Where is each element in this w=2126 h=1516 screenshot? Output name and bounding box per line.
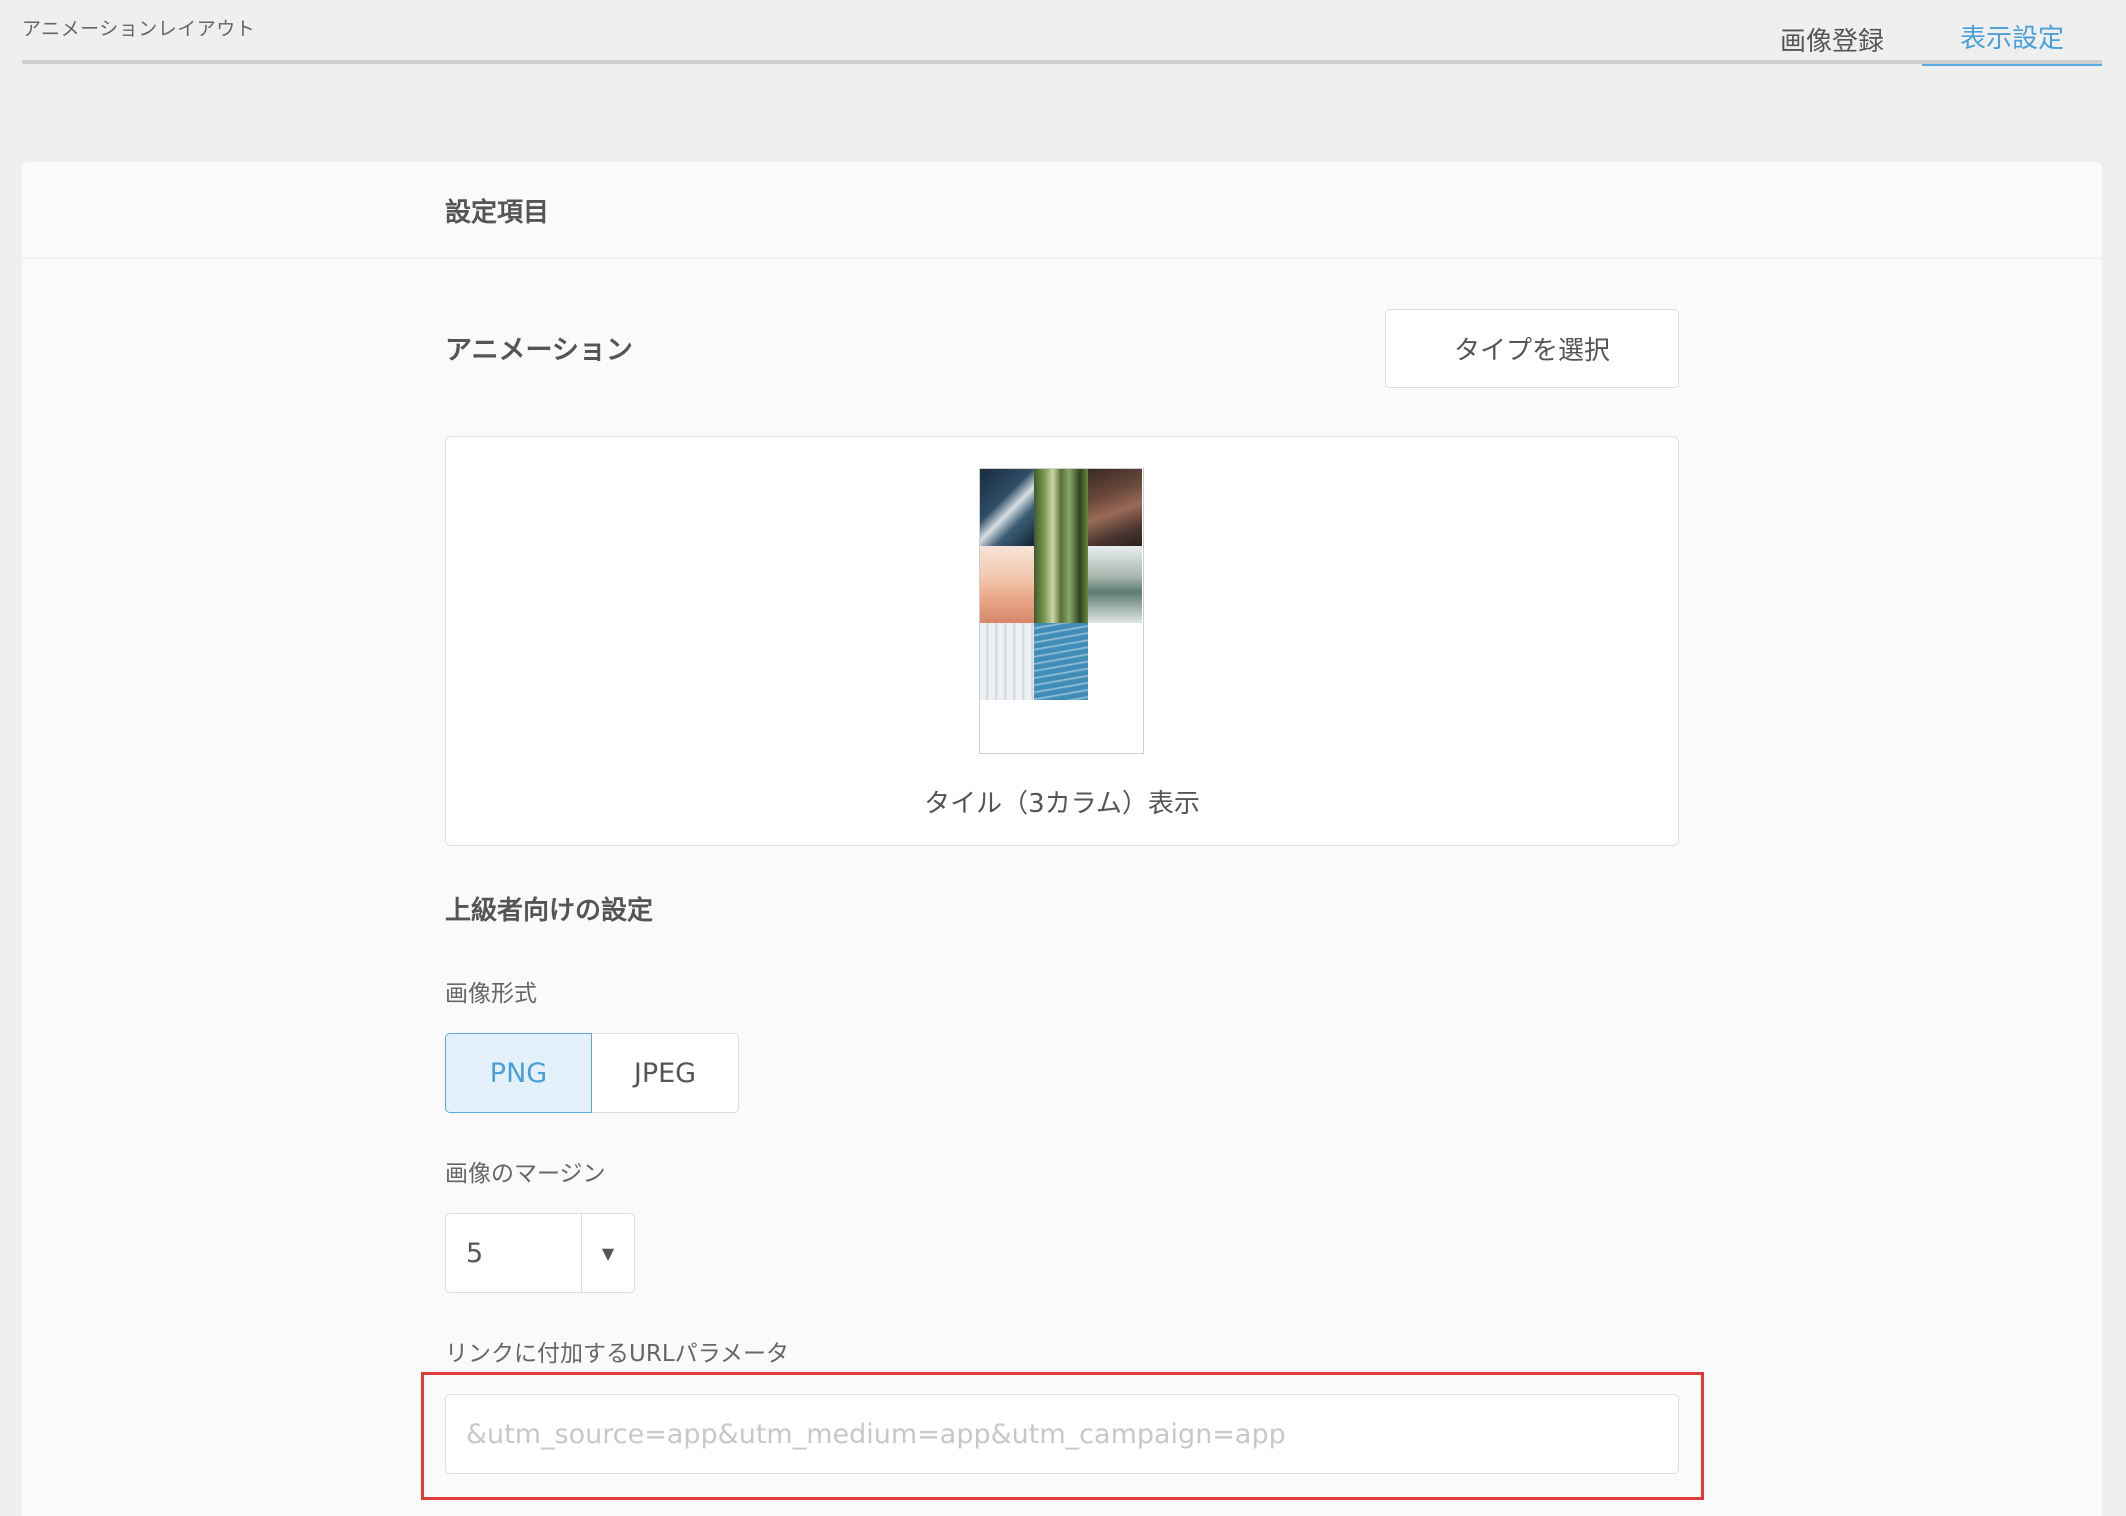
settings-card: 設定項目 アニメーション タイプを選択 タイル（3カラム）表示 上級者向けの設定… <box>22 162 2102 1516</box>
tile-image-building-blue <box>1034 623 1088 700</box>
tab-image-register[interactable]: 画像登録 <box>1742 12 1922 66</box>
tile-image-building-white <box>980 623 1034 700</box>
image-margin-label: 画像のマージン <box>445 1161 606 1187</box>
triangle-down-icon: ▼ <box>581 1214 634 1292</box>
tile-image-sunset <box>980 546 1034 623</box>
advanced-section-title: 上級者向けの設定 <box>445 896 654 926</box>
tile-image-palms <box>1088 546 1142 623</box>
header-tabs: 画像登録 表示設定 <box>1742 12 2102 66</box>
tab-display-settings[interactable]: 表示設定 <box>1921 12 2102 66</box>
format-jpeg-option[interactable]: JPEG <box>592 1033 739 1113</box>
card-title: 設定項目 <box>445 198 550 228</box>
page: アニメーションレイアウト 画像登録 表示設定 設定項目 アニメーション タイプを… <box>0 0 2126 1516</box>
preview-caption: タイル（3カラム）表示 <box>924 789 1200 819</box>
app-title: アニメーションレイアウト <box>22 18 256 40</box>
image-format-toggle: PNG JPEG <box>445 1033 739 1113</box>
header-divider <box>22 60 2102 64</box>
tile-image-forest <box>1034 469 1088 623</box>
tile-image-ocean <box>980 469 1034 546</box>
tile-image-rock <box>1088 469 1142 546</box>
image-margin-select[interactable]: 5 ▼ <box>445 1213 635 1293</box>
url-params-input[interactable] <box>445 1394 1679 1474</box>
select-type-button[interactable]: タイプを選択 <box>1385 309 1679 388</box>
animation-preview: タイル（3カラム）表示 <box>445 436 1679 846</box>
tile-layout-thumbnail <box>979 468 1144 754</box>
format-png-option[interactable]: PNG <box>445 1033 592 1113</box>
animation-section-title: アニメーション <box>445 335 633 366</box>
image-format-label: 画像形式 <box>445 981 537 1007</box>
card-header: 設定項目 <box>22 162 2102 259</box>
url-params-label: リンクに付加するURLパラメータ <box>445 1341 789 1367</box>
image-margin-value: 5 <box>466 1237 484 1269</box>
